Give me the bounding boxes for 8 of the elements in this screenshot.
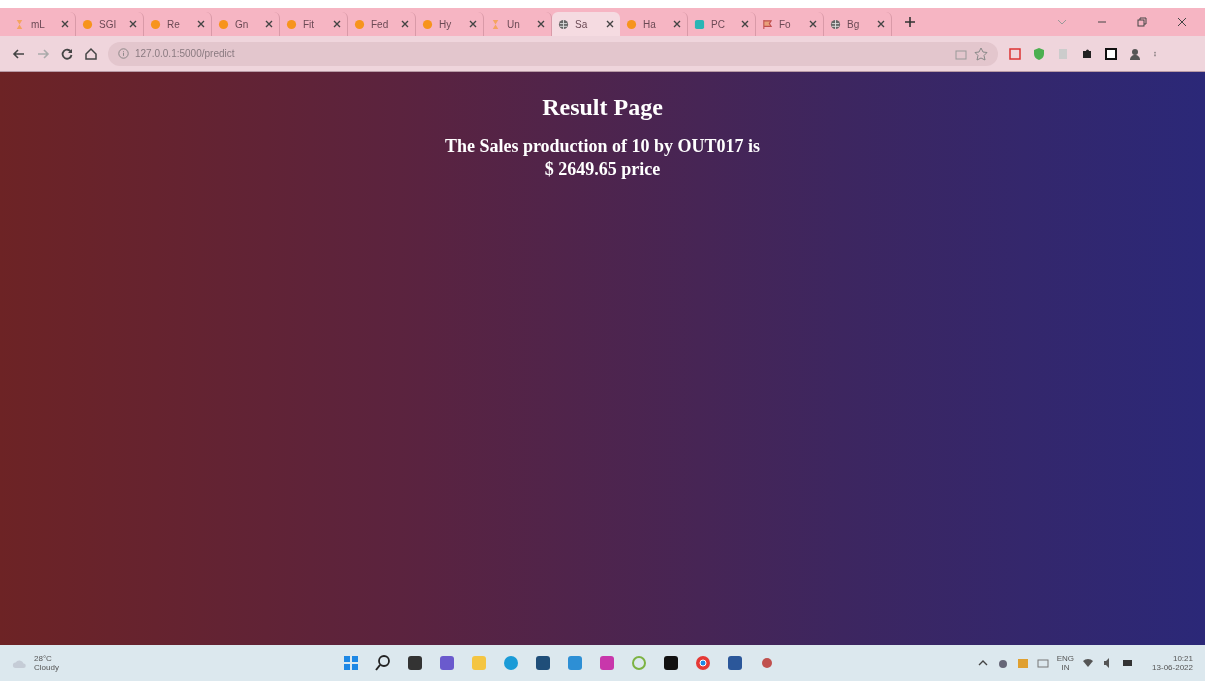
temperature: 28°C	[34, 654, 53, 663]
weather-condition: Cloudy	[34, 663, 59, 672]
language-indicator[interactable]: ENG IN	[1056, 654, 1075, 672]
result-text: The Sales production of 10 by OUT017 is $ 2649.65 price	[444, 135, 761, 181]
page-title: Result Page	[542, 94, 663, 121]
clock[interactable]: 10:21 13-06-2022	[1152, 654, 1193, 672]
address-bar[interactable]: 127.0.0.1:5000/predict	[108, 41, 998, 66]
browser-tab[interactable]: Sa	[552, 12, 620, 36]
